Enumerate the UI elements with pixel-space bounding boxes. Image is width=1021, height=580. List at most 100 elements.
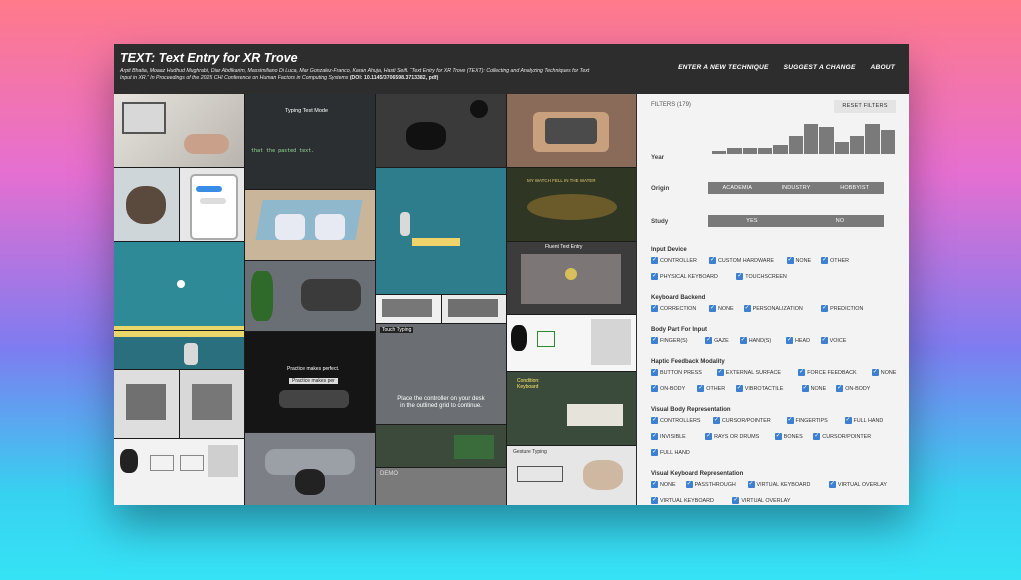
filter-checkbox[interactable]: ✓ PREDICTION [821,305,863,312]
filter-checkbox[interactable]: ✓ VIBROTACTILE [735,385,783,392]
technique-card[interactable]: MY WATCH FELL IN THE WATER [507,168,636,241]
filter-checkbox[interactable]: ✓ NONE [709,305,734,312]
filter-checkbox[interactable]: ✓ CORRECTION [651,305,696,312]
checkmark-icon: ✓ [651,449,658,456]
technique-card[interactable]: Practice makes perfect. Practice makes p… [245,332,375,432]
technique-card[interactable] [376,168,506,294]
filter-checkbox[interactable]: ✓ GAZE [705,337,729,344]
technique-card[interactable] [245,433,375,505]
filter-checkbox[interactable]: ✓ NONE [801,385,826,392]
filter-checkbox[interactable]: ✓ ON-BODY [651,385,685,392]
histogram-bar[interactable] [865,124,880,154]
filter-checkbox[interactable]: ✓ OTHER [697,385,725,392]
technique-card[interactable]: Fluent Text Entry [507,242,636,314]
study-option-yes[interactable]: YES [708,215,796,227]
filter-section-title: Body Part For Input [651,327,707,333]
technique-card[interactable] [180,168,244,241]
filter-checkbox[interactable]: ✓ FULL HAND [844,417,884,424]
technique-card[interactable] [114,331,244,369]
site-title[interactable]: TEXT: Text Entry for XR Trove [120,51,298,65]
filter-checkbox-label: BONES [783,433,803,440]
filter-checkbox[interactable]: ✓ NONE [651,481,676,488]
filter-checkbox[interactable]: ✓ OTHER [821,257,849,264]
technique-card[interactable] [376,94,506,167]
histogram-bar[interactable] [804,124,819,154]
filter-checkbox[interactable]: ✓ NONE [786,257,811,264]
technique-card[interactable]: Touch Typing Place the controller on you… [376,324,506,424]
filter-checkbox[interactable]: ✓ VIRTUAL OVERLAY [732,497,790,504]
filter-checkbox[interactable]: ✓ CURSOR/POINTER [712,417,771,424]
histogram-bar[interactable] [742,148,757,154]
technique-card[interactable] [376,425,506,467]
histogram-bar[interactable] [727,148,742,154]
histogram-bar[interactable] [758,148,773,154]
doi-link[interactable]: (DOI: 10.1145/3706598.3713382, pdf) [350,75,439,81]
technique-card[interactable]: DEMO [376,468,506,505]
checkmark-icon: ✓ [705,433,713,440]
filter-checkbox[interactable]: ✓ RAYS OR DRUMS [705,433,759,440]
filter-checkbox[interactable]: ✓ CONTROLLER [651,257,697,264]
histogram-bar[interactable] [819,127,834,154]
technique-card[interactable] [114,439,244,505]
technique-card[interactable] [180,370,244,438]
histogram-bar[interactable] [850,136,865,154]
filter-checkbox[interactable]: ✓ CUSTOM HARDWARE [709,257,774,264]
filter-checkbox[interactable]: ✓ ON-BODY [836,385,870,392]
technique-card[interactable] [245,190,375,260]
nav-suggest-change[interactable]: SUGGEST A CHANGE [784,64,856,71]
technique-card[interactable] [507,315,636,371]
filter-checkbox[interactable]: ✓ VIRTUAL KEYBOARD [651,497,714,504]
filter-checkbox-label: FULL HAND [853,417,884,424]
filter-checkbox[interactable]: ✓ VOICE [820,337,846,344]
filter-checkbox[interactable]: ✓ TOUCHSCREEN [736,273,787,280]
filter-checkbox[interactable]: ✓ EXTERNAL SURFACE [716,369,781,376]
histogram-bar[interactable] [712,151,727,154]
filter-checkbox[interactable]: ✓ HEAD [786,337,810,344]
technique-card[interactable]: Typing Test Mode that the pasted text. [245,94,375,189]
filter-checkbox[interactable]: ✓ VIRTUAL KEYBOARD [747,481,810,488]
filter-checkbox[interactable]: ✓ BUTTON PRESS [651,369,702,376]
technique-card[interactable]: Condition: Keyboard [507,372,636,445]
filter-checkbox[interactable]: ✓ FULL HAND [651,449,690,456]
technique-card[interactable] [114,370,179,438]
filter-checkbox[interactable]: ✓ FORCE FEEDBACK [798,369,857,376]
checkmark-icon: ✓ [871,369,879,376]
technique-card[interactable] [245,261,375,331]
technique-card[interactable] [114,168,179,241]
checkmark-icon: ✓ [697,385,705,392]
filter-checkbox[interactable]: ✓ HAND(S) [739,337,771,344]
reset-filters-button[interactable]: RESET FILTERS [834,100,896,113]
technique-card[interactable] [507,94,636,167]
filter-checkbox[interactable]: ✓ PHYSICAL KEYBOARD [651,273,718,280]
study-option-no[interactable]: NO [796,215,884,227]
filter-checkbox[interactable]: ✓ CURSOR/POINTER [813,433,871,440]
year-histogram[interactable] [712,124,896,154]
nav-enter-technique[interactable]: ENTER A NEW TECHNIQUE [678,64,769,71]
filter-checkbox-label: ON-BODY [660,385,686,392]
filter-checkbox[interactable]: ✓ NONE [871,369,896,376]
technique-card[interactable]: Gesture Typing [507,446,636,505]
filter-checkbox[interactable]: ✓ FINGERTIPS [786,417,828,424]
technique-card[interactable] [114,94,244,167]
filter-checkbox[interactable]: ✓ VIRTUAL OVERLAY [828,481,887,488]
histogram-bar[interactable] [788,136,803,154]
technique-card[interactable] [442,295,506,323]
filter-checkbox[interactable]: ✓ FINGER(S) [651,337,688,344]
filter-checkbox[interactable]: ✓ CONTROLLERS [651,417,700,424]
tile-caption: Place the controller on your desk in the… [397,396,485,409]
histogram-bar[interactable] [773,145,788,154]
histogram-bar[interactable] [880,130,895,154]
origin-option-hobbyist[interactable]: HOBBYIST [825,182,884,194]
technique-card[interactable] [376,295,441,323]
histogram-bar[interactable] [834,142,849,154]
origin-option-academia[interactable]: ACADEMIA [708,182,767,194]
filter-checkbox[interactable]: ✓ PASSTHROUGH [685,481,736,488]
checkmark-icon: ✓ [651,385,658,392]
origin-option-industry[interactable]: INDUSTRY [767,182,826,194]
filter-checkbox[interactable]: ✓ BONES [774,433,803,440]
technique-card[interactable] [114,242,244,330]
filter-section-title: Haptic Feedback Modality [651,359,725,365]
filter-checkbox[interactable]: ✓ PERSONALIZATION [743,305,803,312]
nav-about[interactable]: ABOUT [871,64,895,71]
filter-checkbox[interactable]: ✓ INVISIBLE [651,433,686,440]
